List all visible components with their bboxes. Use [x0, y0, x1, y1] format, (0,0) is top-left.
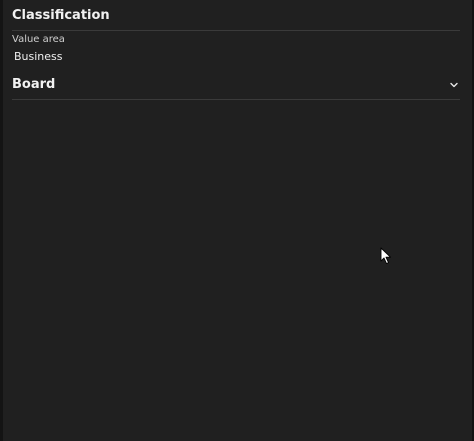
work-item-side-panel: Classification Value area Business Board — [0, 0, 474, 441]
mouse-pointer-icon — [380, 247, 391, 264]
chevron-down-icon[interactable] — [448, 79, 460, 91]
value-area-field[interactable]: Business — [10, 48, 170, 66]
value-area-label: Value area — [12, 34, 65, 45]
board-section-title: Board — [12, 77, 56, 92]
classification-section-header: Classification — [12, 2, 460, 31]
panel-border — [0, 0, 3, 441]
board-section-header[interactable]: Board — [12, 71, 460, 100]
classification-section-title: Classification — [12, 8, 110, 23]
